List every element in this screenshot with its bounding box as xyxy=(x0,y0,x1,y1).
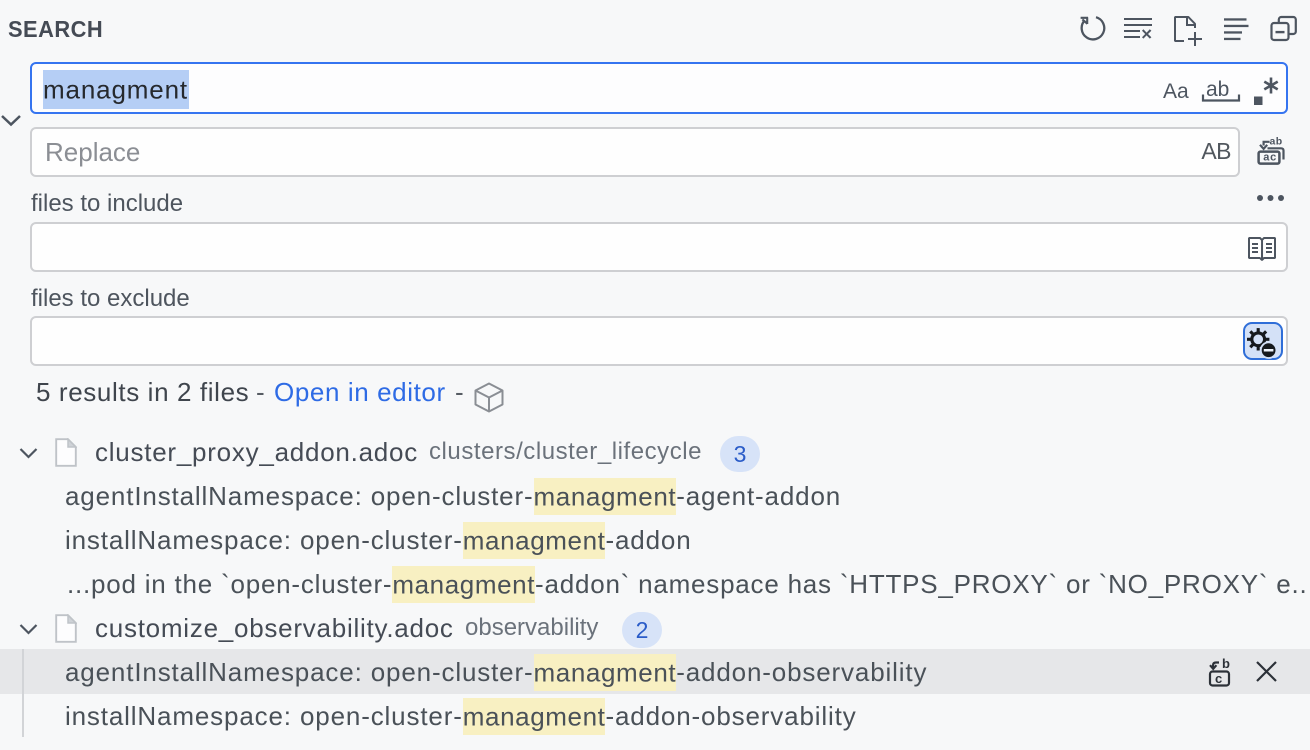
svg-text:Aa: Aa xyxy=(1163,80,1189,103)
svg-text:c: c xyxy=(1215,671,1222,686)
svg-text:b: b xyxy=(1222,657,1230,671)
svg-text:ab: ab xyxy=(1270,136,1283,148)
svg-text:ac: ac xyxy=(1263,152,1277,164)
svg-text:ab: ab xyxy=(1206,78,1229,101)
